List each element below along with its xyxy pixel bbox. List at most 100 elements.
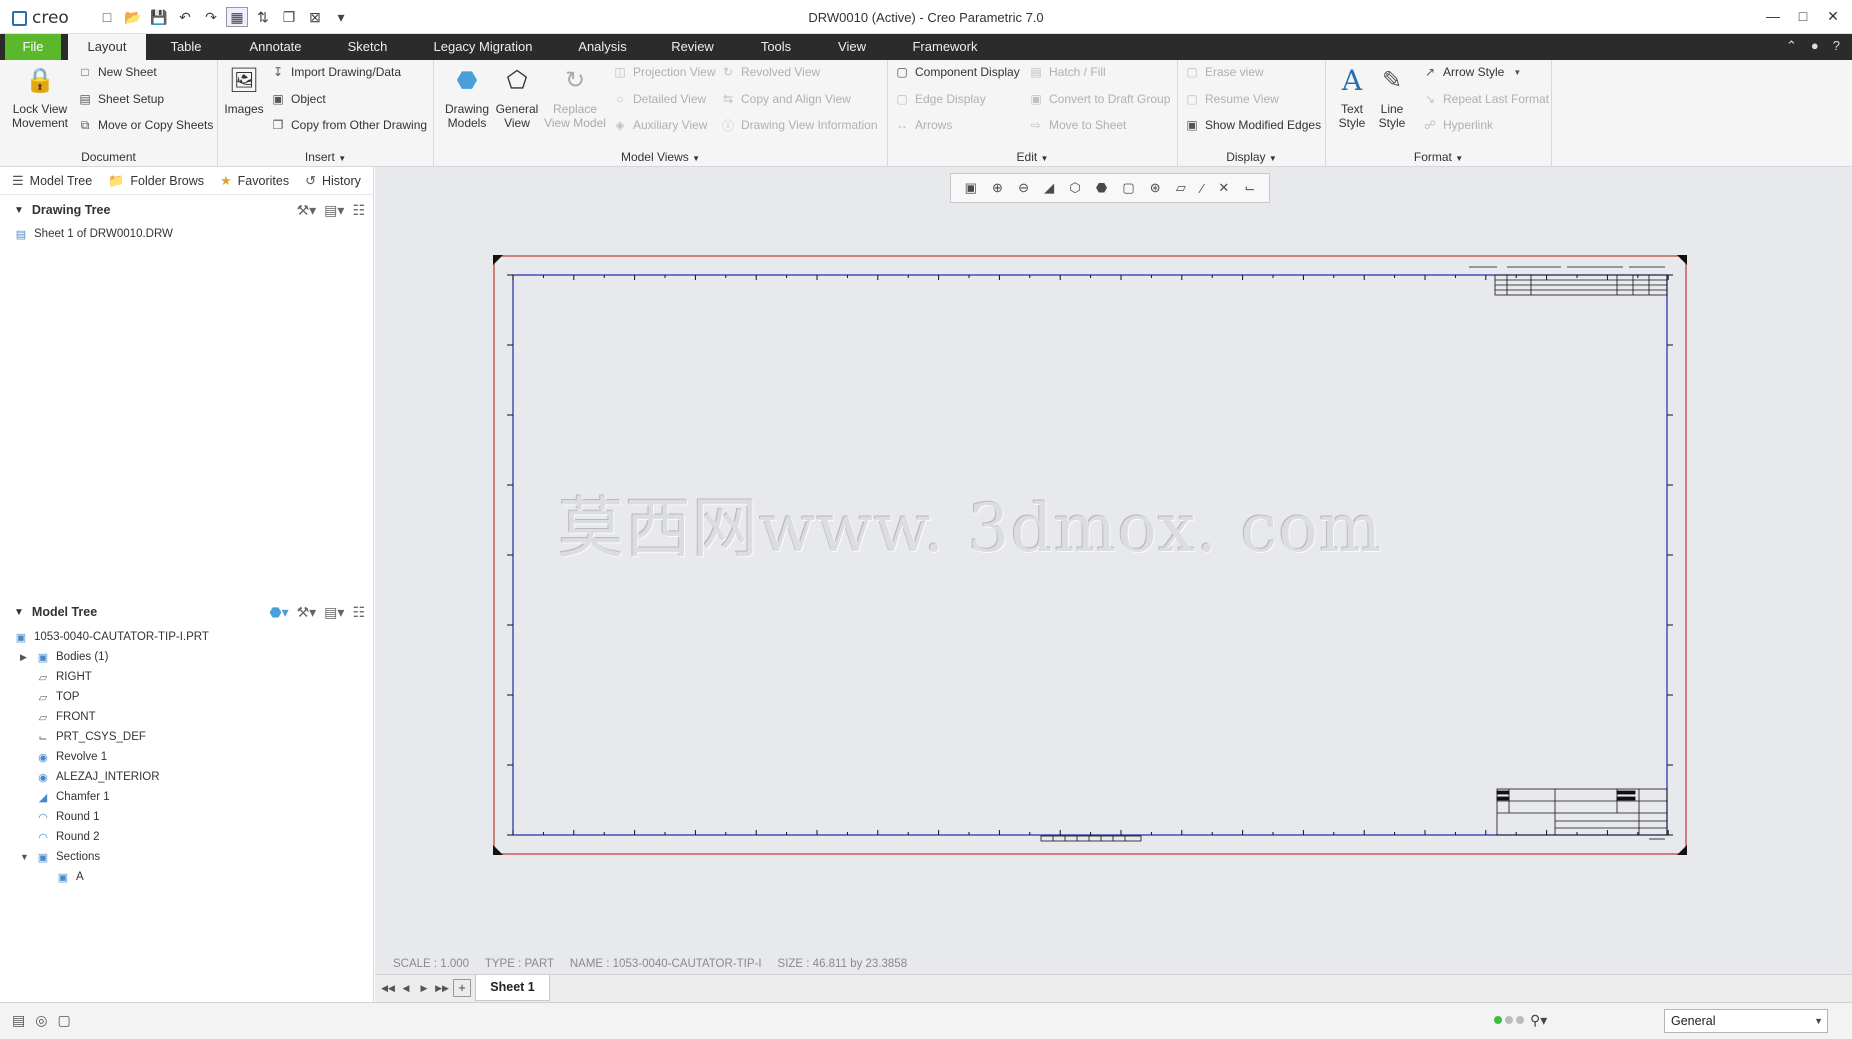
- tree-item-round-1[interactable]: ◠ Round 1: [36, 807, 99, 827]
- tab-tools[interactable]: Tools: [752, 34, 800, 60]
- images-button[interactable]: 🖼 Images: [220, 64, 268, 117]
- expand-icon[interactable]: ▶: [20, 652, 30, 663]
- zoom-in-icon[interactable]: ⊕: [992, 180, 1003, 196]
- tree-item-round-2[interactable]: ◠ Round 2: [36, 827, 99, 847]
- drawing-view-info-button[interactable]: ⓘ Drawing View Information: [720, 115, 878, 135]
- help-icon[interactable]: ?: [1833, 38, 1840, 54]
- new-icon[interactable]: □: [96, 7, 118, 27]
- text-style-button[interactable]: A Text Style: [1330, 64, 1374, 131]
- point-display-icon[interactable]: ✕: [1218, 180, 1229, 196]
- tab-framework[interactable]: Framework: [905, 34, 985, 60]
- tab-review[interactable]: Review: [665, 34, 720, 60]
- tree-item-section-a[interactable]: ▣ A: [56, 867, 84, 887]
- arrows-button[interactable]: ↔ Arrows: [894, 115, 952, 135]
- tab-table[interactable]: Table: [160, 34, 212, 60]
- edge-display-button[interactable]: ▢ Edge Display: [894, 89, 985, 109]
- plane-display-icon[interactable]: ▱: [1176, 180, 1186, 196]
- erase-view-button[interactable]: ▢ Erase view: [1184, 62, 1263, 82]
- axis-display-icon[interactable]: ∕: [1201, 181, 1203, 196]
- replace-view-model-button[interactable]: ↻ Replace View Model: [540, 64, 610, 131]
- refit-icon[interactable]: ▣: [965, 180, 977, 196]
- tab-history[interactable]: ↺ History: [305, 173, 361, 189]
- collapse-icon[interactable]: ▼: [20, 852, 30, 862]
- convert-draft-group-button[interactable]: ▣ Convert to Draft Group: [1028, 89, 1170, 109]
- tree-item-sections[interactable]: ▼ ▣ Sections: [20, 847, 100, 867]
- last-sheet-icon[interactable]: ▶▶: [435, 980, 449, 996]
- move-copy-sheets-button[interactable]: ⧉ Move or Copy Sheets: [77, 115, 214, 135]
- tree-item-alezaj[interactable]: ◉ ALEZAJ_INTERIOR: [36, 767, 159, 787]
- auxiliary-view-button[interactable]: ◈ Auxiliary View: [612, 115, 707, 135]
- arrow-style-button[interactable]: ↗ Arrow Style ▼: [1422, 62, 1525, 82]
- repeat-last-format-button[interactable]: ↘ Repeat Last Format: [1422, 89, 1549, 109]
- customize-icon[interactable]: ▾: [330, 7, 352, 27]
- windows-icon[interactable]: ❐: [278, 7, 300, 27]
- collapse-ribbon-icon[interactable]: ⌃: [1786, 38, 1797, 54]
- maximize-icon[interactable]: □: [1792, 5, 1814, 27]
- find-icon[interactable]: ⚲▾: [1530, 1012, 1547, 1029]
- sheet-setup-button[interactable]: ▤ Sheet Setup: [77, 89, 164, 109]
- minimize-icon[interactable]: —: [1762, 5, 1784, 27]
- group-label-insert[interactable]: Insert ▼: [218, 150, 433, 164]
- tab-folder-browser[interactable]: 📁 Folder Brows: [108, 173, 204, 189]
- show-icon[interactable]: ▤▾: [324, 604, 344, 621]
- saved-views-icon[interactable]: ⬣: [1096, 180, 1107, 196]
- new-sheet-button[interactable]: □ New Sheet: [77, 62, 156, 82]
- line-style-button[interactable]: ✎ Line Style: [1370, 64, 1414, 131]
- tree-item-revolve[interactable]: ◉ Revolve 1: [36, 747, 107, 767]
- tree-item-chamfer[interactable]: ◢ Chamfer 1: [36, 787, 110, 807]
- tree-item-part[interactable]: ▣ 1053-0040-CAUTATOR-TIP-I.PRT: [14, 627, 209, 647]
- copy-from-drawing-button[interactable]: ❐ Copy from Other Drawing: [270, 115, 427, 135]
- tree-settings-icon[interactable]: ⚒▾: [297, 202, 317, 219]
- save-icon[interactable]: 💾: [148, 7, 170, 27]
- lock-view-movement-button[interactable]: 🔒 Lock View Movement: [6, 64, 74, 131]
- zoom-out-icon[interactable]: ⊖: [1018, 180, 1029, 196]
- object-button[interactable]: ▣ Object: [270, 89, 325, 109]
- group-label-model-views[interactable]: Model Views ▼: [434, 150, 887, 164]
- first-sheet-icon[interactable]: ◀◀: [381, 980, 395, 996]
- tree-filter-icon[interactable]: ☷: [352, 604, 365, 621]
- tab-file[interactable]: File: [5, 34, 61, 60]
- projection-view-button[interactable]: ◫ Projection View: [612, 62, 715, 82]
- tab-annotate[interactable]: Annotate: [238, 34, 313, 60]
- tree-item-bodies[interactable]: ▶ ▣ Bodies (1): [20, 647, 108, 667]
- datum-display-icon[interactable]: ⊛: [1150, 180, 1161, 196]
- selection-filter-select[interactable]: General ▼: [1664, 1009, 1828, 1033]
- close-icon[interactable]: ✕: [1822, 5, 1844, 27]
- model-select-icon[interactable]: ⬣▾: [269, 604, 288, 621]
- move-to-sheet-button[interactable]: ⇨ Move to Sheet: [1028, 115, 1126, 135]
- prev-sheet-icon[interactable]: ◀: [399, 980, 413, 996]
- add-sheet-button[interactable]: +: [453, 979, 471, 997]
- repaint-icon[interactable]: ◢: [1044, 180, 1054, 196]
- resume-view-button[interactable]: ▢ Resume View: [1184, 89, 1278, 109]
- close-window-icon[interactable]: ⊠: [304, 7, 326, 27]
- tab-favorites[interactable]: ★ Favorites: [220, 173, 289, 189]
- show-modified-edges-button[interactable]: ▣ Show Modified Edges: [1184, 115, 1321, 135]
- display-style-icon[interactable]: ⬡: [1069, 180, 1080, 196]
- show-navigator-icon[interactable]: ▤: [12, 1012, 25, 1029]
- tree-item-right[interactable]: ▱ RIGHT: [36, 667, 92, 687]
- tab-model-tree[interactable]: ☰ Model Tree: [12, 173, 92, 189]
- tab-sketch[interactable]: Sketch: [340, 34, 395, 60]
- open-icon[interactable]: 📂: [122, 7, 144, 27]
- tab-analysis[interactable]: Analysis: [570, 34, 635, 60]
- hyperlink-button[interactable]: ☍ Hyperlink: [1422, 115, 1493, 135]
- general-view-button[interactable]: ⬠ General View: [488, 64, 546, 131]
- sheet-tab-1[interactable]: Sheet 1: [475, 975, 550, 1001]
- show-icon[interactable]: ▤▾: [324, 202, 344, 219]
- revolved-view-button[interactable]: ↻ Revolved View: [720, 62, 820, 82]
- full-screen-icon[interactable]: ▢: [57, 1012, 70, 1029]
- import-drawing-button[interactable]: ↧ Import Drawing/Data: [270, 62, 401, 82]
- redo-icon[interactable]: ↷: [200, 7, 222, 27]
- undo-icon[interactable]: ↶: [174, 7, 196, 27]
- tree-settings-icon[interactable]: ⚒▾: [297, 604, 317, 621]
- hatch-fill-button[interactable]: ▤ Hatch / Fill: [1028, 62, 1105, 82]
- tree-item-top[interactable]: ▱ TOP: [36, 687, 80, 707]
- detailed-view-button[interactable]: ○ Detailed View: [612, 89, 706, 109]
- group-label-format[interactable]: Format ▼: [1326, 150, 1551, 164]
- tab-legacy-migration[interactable]: Legacy Migration: [426, 34, 540, 60]
- group-label-display[interactable]: Display ▼: [1178, 150, 1325, 164]
- select-box-icon[interactable]: ▦: [226, 7, 248, 27]
- component-display-button[interactable]: ▢ Component Display: [894, 62, 1019, 82]
- model-tree-header[interactable]: ▼ Model Tree: [14, 601, 97, 623]
- group-label-edit[interactable]: Edit ▼: [888, 150, 1177, 164]
